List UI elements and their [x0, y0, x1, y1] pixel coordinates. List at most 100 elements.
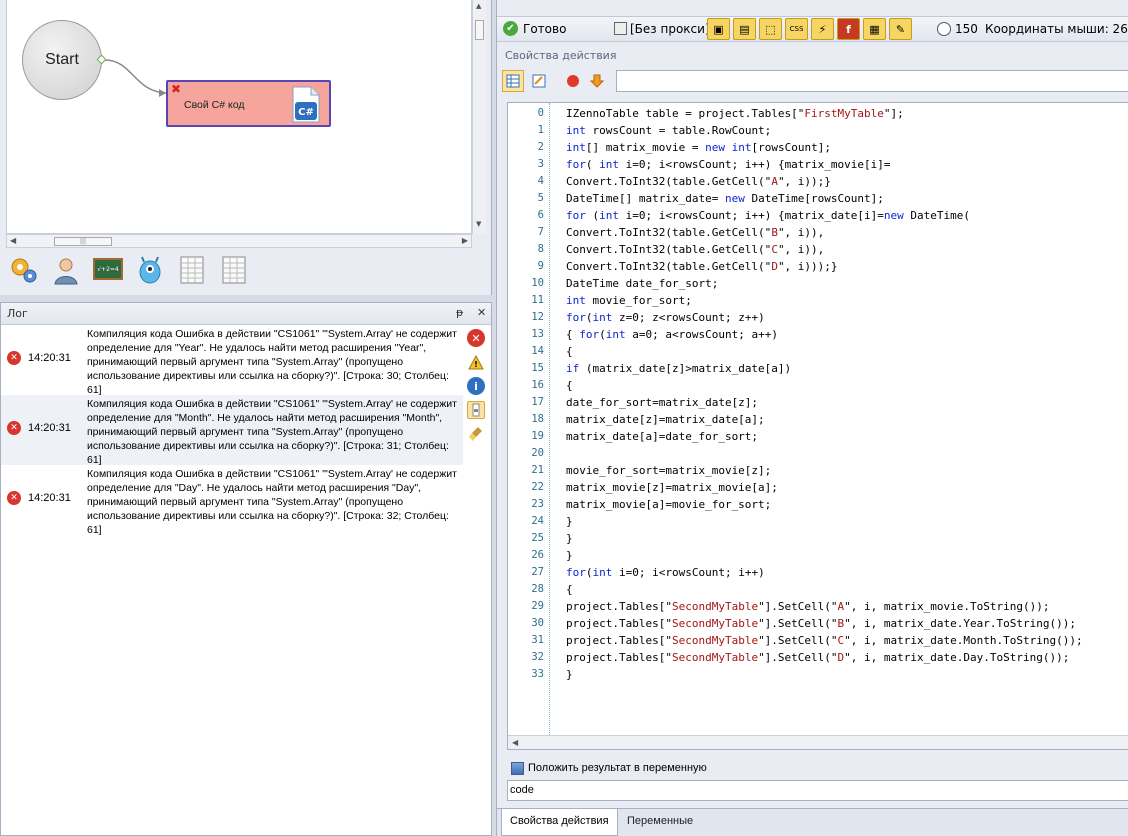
scroll-down-icon[interactable]: ▼	[476, 220, 481, 228]
scroll-right-icon[interactable]: ▶	[462, 236, 468, 245]
canvas-vertical-scrollbar[interactable]: ▲ ▼	[472, 0, 486, 234]
gears-icon[interactable]	[8, 254, 40, 286]
error-icon: ✕	[7, 491, 21, 505]
result-variable-input[interactable]: code	[507, 780, 1128, 801]
log-message: Компиляция кода Ошибка в действии "CS106…	[87, 328, 457, 396]
line-number-gutter: 0 1 2 3 4 5 6 7 8 9 10 11 12 13 14 15 16 17 18 19 20 21 22 23 24…	[508, 103, 550, 735]
code-line: {	[566, 379, 573, 392]
canvas-horizontal-scrollbar[interactable]: ◀ ||| ▶	[6, 234, 472, 248]
code-line: project.Tables["SecondMyTable"].SetCell(…	[566, 634, 1083, 647]
monster-icon[interactable]	[134, 254, 166, 286]
code-line: date_for_sort=matrix_date[z];	[566, 396, 759, 409]
pen-icon[interactable]: ✎	[889, 18, 912, 40]
error-filter-icon[interactable]: ✕	[467, 329, 485, 347]
csharp-code-node[interactable]: ✖ Свой C# код C#	[166, 80, 331, 127]
svg-text:√+2=4: √+2=4	[97, 266, 119, 273]
line-number: 27	[531, 566, 544, 578]
code-line: project.Tables["SecondMyTable"].SetCell(…	[566, 617, 1076, 630]
code-line: matrix_movie[a]=movie_for_sort;	[566, 498, 772, 511]
log-entry[interactable]: ✕ 14:20:31 Компиляция кода Ошибка в дейс…	[1, 395, 463, 466]
table-icon[interactable]	[176, 254, 208, 286]
log-time: 14:20:31	[28, 492, 71, 504]
css-icon[interactable]: CSS	[785, 18, 808, 40]
line-number: 10	[531, 277, 544, 289]
line-number: 31	[531, 634, 544, 646]
log-filter-toolbar: ✕ ! i	[467, 329, 489, 449]
csharp-file-icon: C#	[292, 86, 320, 123]
tab-action-properties[interactable]: Свойства действия	[501, 809, 618, 836]
scroll-left-icon[interactable]: ◀	[10, 236, 16, 245]
ie-icon[interactable]: ▦	[863, 18, 886, 40]
project-canvas-panel: Start ✖ Свой C# код C# ▲ ▼ ◀ ||| ▶ √+2=4	[0, 0, 492, 295]
code-line: DateTime[] matrix_date= new DateTime[row…	[566, 192, 884, 205]
log-entry[interactable]: ✕ 14:20:31 Компиляция кода Ошибка в дейс…	[1, 465, 463, 536]
record-icon[interactable]	[562, 70, 584, 92]
line-number: 2	[537, 141, 544, 153]
project-canvas[interactable]: Start ✖ Свой C# код C#	[6, 0, 472, 234]
log-header: Лог ᵽ ✕	[1, 303, 491, 325]
line-number: 0	[537, 107, 544, 119]
line-number: 4	[537, 175, 544, 187]
info-filter-icon[interactable]: i	[467, 377, 485, 395]
action-name-field[interactable]	[616, 70, 1128, 92]
clear-icon[interactable]	[467, 425, 485, 443]
start-node[interactable]: Start	[22, 20, 102, 100]
window-icon[interactable]: ▤	[733, 18, 756, 40]
scroll-left-icon[interactable]: ◀	[512, 738, 518, 747]
status-toolbar: ▣ ▤ ⬚ CSS ⚡ f ▦ ✎	[707, 18, 912, 40]
code-line: matrix_movie[z]=matrix_movie[a];	[566, 481, 778, 494]
code-line: {	[566, 583, 573, 596]
lightning-icon[interactable]: ⚡	[811, 18, 834, 40]
log-message: Компиляция кода Ошибка в действии "CS106…	[87, 468, 457, 536]
line-number: 22	[531, 481, 544, 493]
code-line: Convert.ToInt32(table.GetCell("B", i)),	[566, 226, 825, 239]
line-number: 3	[537, 158, 544, 170]
line-number: 30	[531, 617, 544, 629]
pin-icon[interactable]: ᵽ	[456, 306, 463, 319]
line-number: 18	[531, 413, 544, 425]
line-number: 19	[531, 430, 544, 442]
line-number: 9	[537, 260, 544, 272]
table2-icon[interactable]	[218, 254, 250, 286]
scroll-up-icon[interactable]: ▲	[476, 2, 481, 10]
code-editor[interactable]: 0 1 2 3 4 5 6 7 8 9 10 11 12 13 14 15 16 17 18 19 20 21 22 23 24…	[507, 102, 1128, 750]
capture-icon[interactable]: ⬚	[759, 18, 782, 40]
code-line: { for(int a=0; a<rowsCount; a++)	[566, 328, 778, 341]
property-grid-icon[interactable]	[502, 70, 524, 92]
code-line: DateTime date_for_sort;	[566, 277, 719, 290]
edit-icon[interactable]	[528, 70, 550, 92]
code-line: int[] matrix_movie = new int[rowsCount];	[566, 141, 831, 154]
user-icon[interactable]	[50, 254, 82, 286]
canvas-toolbar: √+2=4	[8, 254, 250, 288]
line-number: 11	[531, 294, 544, 306]
scroll-thumb[interactable]: |||	[54, 237, 112, 246]
line-number: 13	[531, 328, 544, 340]
result-variable-checkbox[interactable]	[511, 762, 524, 775]
arrow-down-icon[interactable]	[586, 70, 608, 92]
warning-filter-icon[interactable]: !	[467, 353, 485, 371]
code-line: project.Tables["SecondMyTable"].SetCell(…	[566, 651, 1070, 664]
close-icon[interactable]: ✕	[477, 306, 486, 319]
line-number: 1	[537, 124, 544, 136]
editor-horizontal-scrollbar[interactable]: ◀	[508, 735, 1128, 749]
picture-icon[interactable]: ▣	[707, 18, 730, 40]
tab-variables[interactable]: Переменные	[619, 809, 701, 836]
line-number: 8	[537, 243, 544, 255]
code-line: for(int i=0; i<rowsCount; i++)	[566, 566, 765, 579]
log-entry[interactable]: ✕ 14:20:31 Компиляция кода Ошибка в дейс…	[1, 325, 463, 396]
line-number: 17	[531, 396, 544, 408]
code-line: for (int i=0; i<rowsCount; i++) {matrix_…	[566, 209, 971, 222]
log-time: 14:20:31	[28, 422, 71, 434]
flash-icon[interactable]: f	[837, 18, 860, 40]
line-number: 20	[531, 447, 544, 459]
chalkboard-icon[interactable]: √+2=4	[92, 254, 124, 286]
status-bar: ✔ Готово [Без прокси] ▣ ▤ ⬚ CSS ⚡ f ▦ ✎ …	[497, 16, 1128, 42]
code-line: int rowsCount = table.RowCount;	[566, 124, 772, 137]
code-line: Convert.ToInt32(table.GetCell("D", i)));…	[566, 260, 838, 273]
scroll-lock-icon[interactable]	[467, 401, 485, 419]
line-number: 6	[537, 209, 544, 221]
line-number: 7	[537, 226, 544, 238]
scroll-thumb[interactable]	[475, 20, 484, 40]
code-line: }	[566, 532, 573, 545]
proxy-status[interactable]: [Без прокси]	[630, 22, 710, 36]
